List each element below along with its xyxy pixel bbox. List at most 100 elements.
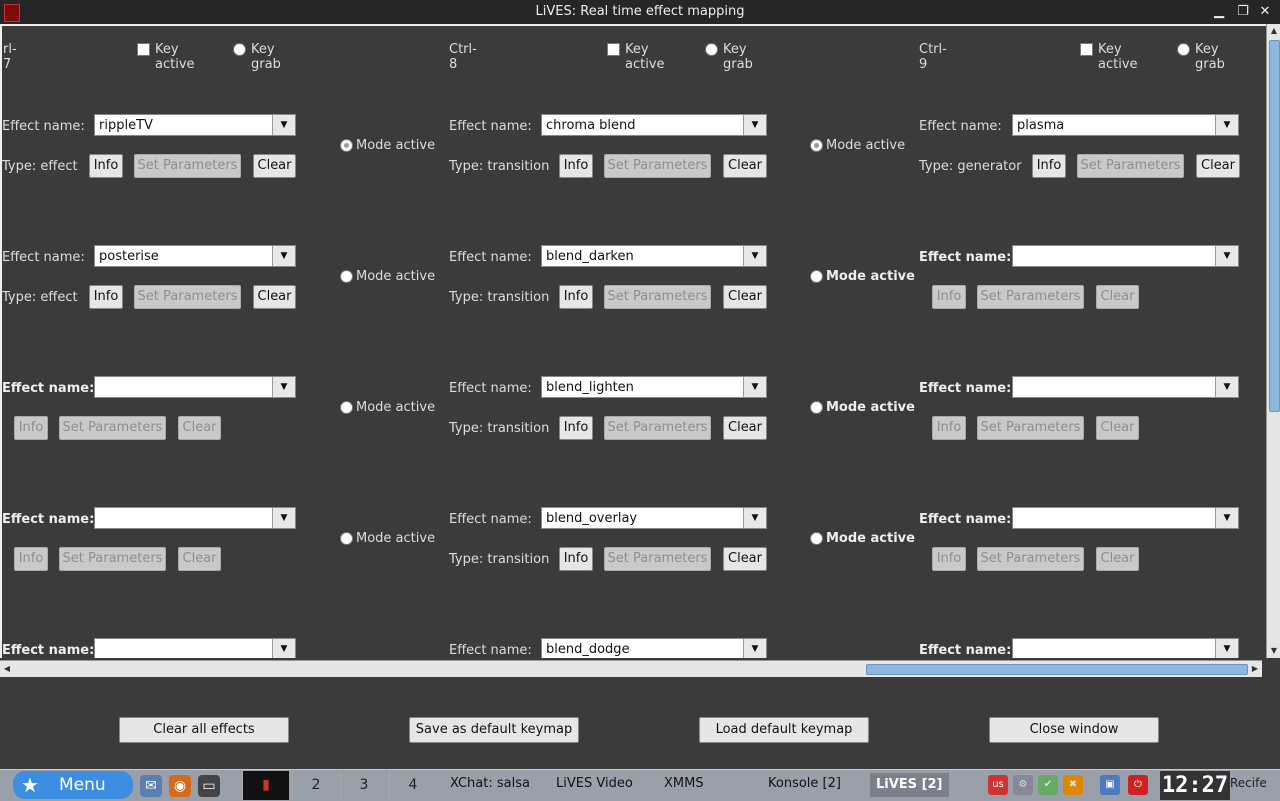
effect-name-combo[interactable]: ▼ (94, 507, 296, 529)
mode-active-radio[interactable] (810, 270, 823, 283)
file-manager-icon[interactable]: ✉ (140, 775, 162, 797)
set-parameters-button[interactable]: Set Parameters (1077, 154, 1184, 178)
power-icon[interactable]: ⏻ (1128, 775, 1148, 795)
key-grab-radio[interactable] (1177, 43, 1190, 56)
clear-button[interactable]: Clear (253, 285, 296, 309)
effect-name-combo[interactable]: blend_lighten ▼ (541, 376, 767, 398)
key-grab-radio[interactable] (705, 43, 718, 56)
clear-button[interactable]: Clear (723, 416, 767, 440)
info-button[interactable]: Info (932, 416, 966, 440)
set-parameters-button[interactable]: Set Parameters (604, 547, 711, 571)
effect-name-combo[interactable]: ▼ (1012, 638, 1239, 658)
set-parameters-button[interactable]: Set Parameters (134, 285, 241, 309)
chevron-down-icon[interactable]: ▼ (743, 639, 766, 658)
clear-button[interactable]: Clear (1096, 416, 1139, 440)
desktop-4[interactable]: 4 (389, 771, 436, 800)
maximize-button[interactable]: ❐ (1234, 3, 1252, 21)
horizontal-scrollbar[interactable]: ◀ ▶ (0, 660, 1262, 677)
key-active-checkbox[interactable] (607, 43, 620, 56)
task-xchat[interactable]: XChat: salsa (450, 776, 530, 791)
set-parameters-button[interactable]: Set Parameters (604, 416, 711, 440)
effect-name-combo[interactable]: ▼ (1012, 507, 1239, 529)
info-button[interactable]: Info (1032, 154, 1066, 178)
chevron-down-icon[interactable]: ▼ (743, 115, 766, 135)
vertical-scroll-thumb[interactable] (1269, 40, 1280, 412)
mode-active-radio[interactable] (340, 139, 353, 152)
info-button[interactable]: Info (89, 154, 123, 178)
desktop-3[interactable]: 3 (340, 771, 387, 800)
chevron-down-icon[interactable]: ▼ (743, 377, 766, 397)
task-konsole[interactable]: Konsole [2] (768, 776, 841, 791)
key-grab-radio[interactable] (233, 43, 246, 56)
minimize-button[interactable]: ▁ (1210, 3, 1228, 21)
info-button[interactable]: Info (932, 547, 966, 571)
set-parameters-button[interactable]: Set Parameters (977, 416, 1084, 440)
chevron-down-icon[interactable]: ▼ (1215, 377, 1238, 397)
scroll-up-arrow-icon[interactable]: ▲ (1267, 24, 1280, 38)
set-parameters-button[interactable]: Set Parameters (977, 285, 1084, 309)
info-button[interactable]: Info (559, 547, 593, 571)
effect-name-combo[interactable]: blend_overlay ▼ (541, 507, 767, 529)
effect-name-combo[interactable]: plasma ▼ (1012, 114, 1239, 136)
keyboard-layout-flag-icon[interactable]: us (988, 775, 1008, 795)
task-lives-active[interactable]: LiVES [2] (870, 773, 949, 797)
info-button[interactable]: Info (14, 416, 48, 440)
set-parameters-button[interactable]: Set Parameters (977, 547, 1084, 571)
clear-button[interactable]: Clear (1196, 154, 1240, 178)
set-parameters-button[interactable]: Set Parameters (59, 416, 166, 440)
close-window-dialog-button[interactable]: Close window (989, 717, 1159, 743)
clear-button[interactable]: Clear (723, 285, 767, 309)
mode-active-radio[interactable] (340, 270, 353, 283)
info-button[interactable]: Info (14, 547, 48, 571)
chevron-down-icon[interactable]: ▼ (272, 115, 295, 135)
update-icon[interactable]: ✔ (1038, 775, 1058, 795)
clear-button[interactable]: Clear (1096, 547, 1139, 571)
chevron-down-icon[interactable]: ▼ (1215, 246, 1238, 266)
scroll-left-arrow-icon[interactable]: ◀ (0, 661, 14, 677)
scroll-right-arrow-icon[interactable]: ▶ (1248, 661, 1262, 677)
start-menu-button[interactable]: ★ Menu (13, 771, 133, 799)
clear-button[interactable]: Clear (253, 154, 296, 178)
chevron-down-icon[interactable]: ▼ (272, 377, 295, 397)
clear-button[interactable]: Clear (178, 416, 221, 440)
clear-button[interactable]: Clear (723, 547, 767, 571)
save-default-keymap-button[interactable]: Save as default keymap (409, 717, 579, 743)
horizontal-scroll-thumb[interactable] (866, 664, 1248, 675)
info-button[interactable]: Info (932, 285, 966, 309)
desktop-1[interactable]: ▮ (242, 771, 289, 800)
info-button[interactable]: Info (559, 416, 593, 440)
effect-name-combo[interactable]: rippleTV ▼ (94, 114, 296, 136)
task-lives-video[interactable]: LiVES Video (556, 776, 633, 791)
chevron-down-icon[interactable]: ▼ (743, 508, 766, 528)
firefox-icon[interactable]: ◉ (169, 775, 191, 797)
key-active-checkbox[interactable] (137, 43, 150, 56)
effect-name-combo[interactable]: chroma blend ▼ (541, 114, 767, 136)
lock-screen-icon[interactable]: ▣ (1100, 775, 1120, 795)
set-parameters-button[interactable]: Set Parameters (604, 154, 711, 178)
mode-active-radio[interactable] (810, 401, 823, 414)
mode-active-radio[interactable] (810, 532, 823, 545)
vertical-scrollbar[interactable]: ▲ ▼ (1266, 24, 1280, 658)
set-parameters-button[interactable]: Set Parameters (59, 547, 166, 571)
info-button[interactable]: Info (89, 285, 123, 309)
terminal-icon[interactable]: ▭ (198, 775, 220, 797)
effect-name-combo[interactable]: blend_darken ▼ (541, 245, 767, 267)
clear-button[interactable]: Clear (723, 154, 767, 178)
load-default-keymap-button[interactable]: Load default keymap (699, 717, 869, 743)
task-xmms[interactable]: XMMS (664, 776, 704, 791)
chevron-down-icon[interactable]: ▼ (743, 246, 766, 266)
mode-active-radio[interactable] (340, 532, 353, 545)
info-button[interactable]: Info (559, 154, 593, 178)
chevron-down-icon[interactable]: ▼ (1215, 508, 1238, 528)
desktop-2[interactable]: 2 (292, 771, 339, 800)
clear-all-effects-button[interactable]: Clear all effects (119, 717, 289, 743)
key-active-checkbox[interactable] (1080, 43, 1093, 56)
effect-name-combo[interactable]: posterise ▼ (94, 245, 296, 267)
chevron-down-icon[interactable]: ▼ (272, 508, 295, 528)
effect-name-combo[interactable]: blend_dodge ▼ (541, 638, 767, 658)
scroll-down-arrow-icon[interactable]: ▼ (1267, 644, 1280, 658)
chevron-down-icon[interactable]: ▼ (1215, 639, 1238, 658)
chevron-down-icon[interactable]: ▼ (272, 246, 295, 266)
effect-name-combo[interactable]: ▼ (1012, 245, 1239, 267)
info-button[interactable]: Info (559, 285, 593, 309)
